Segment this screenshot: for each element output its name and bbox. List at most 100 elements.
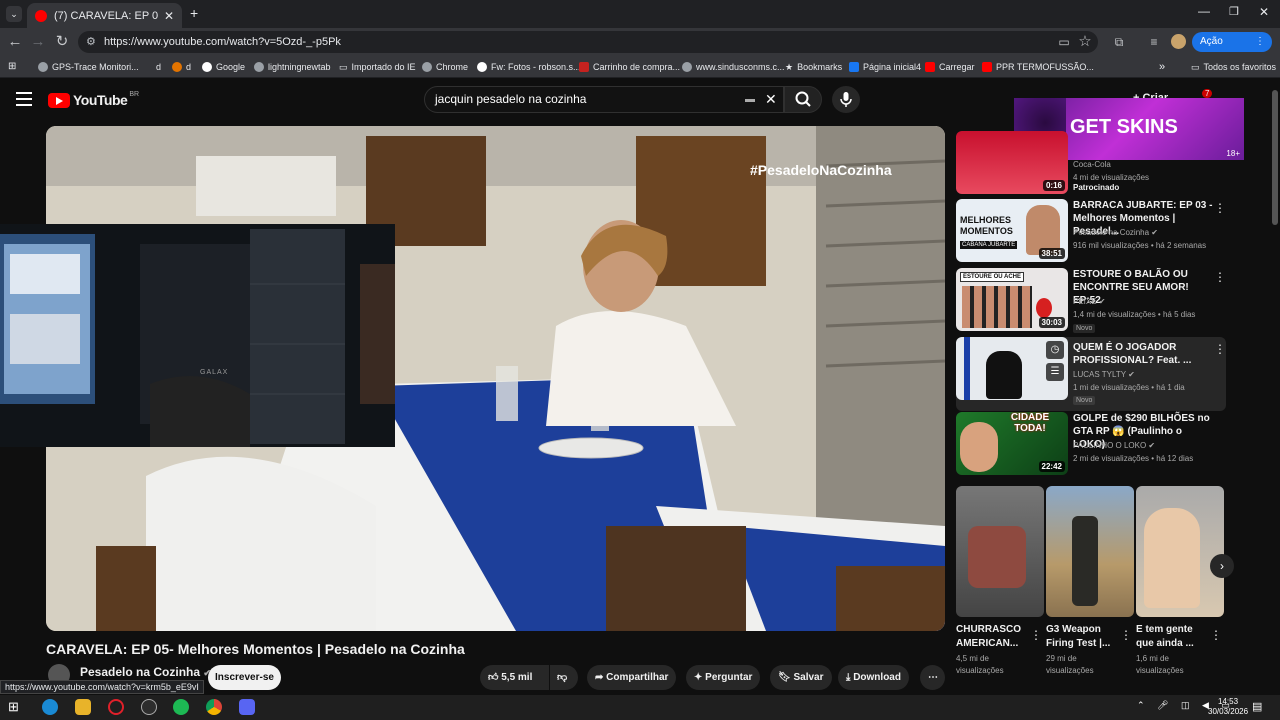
- app-icon[interactable]: [141, 699, 157, 715]
- download-button[interactable]: ⤓ Download: [838, 665, 909, 690]
- media-control-icon[interactable]: ≡: [1145, 33, 1163, 51]
- discord-icon[interactable]: [239, 699, 255, 715]
- like-button[interactable]: 👍︎ 5,5 mil: [480, 665, 549, 690]
- bookmark-item[interactable]: Google: [202, 60, 245, 74]
- profile-avatar[interactable]: [1171, 34, 1186, 49]
- recommendation-thumbnail[interactable]: 0:16: [956, 131, 1068, 194]
- reload-icon[interactable]: ↻: [53, 33, 71, 51]
- menu-dots-icon: ⋮: [1255, 36, 1265, 47]
- more-actions-button[interactable]: ⋯: [920, 665, 945, 690]
- close-window-icon[interactable]: ✕: [1259, 5, 1269, 19]
- channel-name[interactable]: Pesadelo na Cozinha ✔: [80, 665, 211, 679]
- subscribe-button[interactable]: Inscrever-se: [208, 665, 281, 690]
- chrome-icon[interactable]: [206, 699, 222, 715]
- voice-search-button[interactable]: [832, 86, 860, 113]
- clock-date: 30/03/2026: [1208, 707, 1249, 716]
- more-options-icon[interactable]: ⋮: [1120, 628, 1132, 642]
- search-input[interactable]: jacquin pesadelo na cozinha ▬ ✕: [424, 86, 784, 113]
- bookmark-item[interactable]: GPS-Trace Monitori...: [38, 60, 139, 74]
- share-button[interactable]: ➦ Compartilhar: [587, 665, 677, 690]
- recommendation-item[interactable]: MELHORES MOMENTOS CABANA JUBARTE 38:51 BA…: [956, 199, 1226, 265]
- recommendation-meta: 1,4 mi de visualizações • há 5 dias: [1073, 310, 1196, 319]
- extensions-icon[interactable]: ⧉: [1110, 33, 1128, 51]
- recommendation-thumbnail[interactable]: CIDADE TODA! 22:42: [956, 412, 1068, 475]
- more-bookmarks-icon[interactable]: »: [1159, 60, 1165, 74]
- browser-tab-active[interactable]: (7) CARAVELA: EP 05- Melhores ✕: [27, 3, 182, 28]
- more-options-icon[interactable]: ⋮: [1214, 201, 1226, 215]
- google-icon: [202, 62, 212, 72]
- bookmark-item[interactable]: d: [156, 60, 161, 74]
- ask-label: Perguntar: [705, 672, 753, 683]
- short-thumbnail[interactable]: [956, 486, 1044, 617]
- bookmark-item[interactable]: Carregar: [925, 60, 975, 74]
- windows-start-icon[interactable]: ⊞: [8, 699, 24, 715]
- bookmark-star-icon[interactable]: ☆: [1076, 33, 1094, 51]
- search-button[interactable]: [784, 86, 822, 113]
- thumbnail-banner: CIDADE TODA!: [1010, 412, 1050, 434]
- address-bar[interactable]: ⚙ https://www.youtube.com/watch?v=5Ozd-_…: [78, 31, 1098, 53]
- recommendation-item-hovered[interactable]: ◷ ☰ QUEM É O JOGADOR PROFISSIONAL? Feat.…: [956, 337, 1226, 411]
- more-options-icon[interactable]: ⋮: [1210, 628, 1222, 642]
- page-scrollbar[interactable]: [1272, 90, 1278, 225]
- ask-button[interactable]: ✦ Perguntar: [686, 665, 761, 690]
- action-required-button[interactable]: Ação necessária ⋮: [1192, 32, 1272, 67]
- menu-hamburger-icon[interactable]: [16, 92, 32, 106]
- short-thumbnail[interactable]: [1046, 486, 1134, 617]
- watch-later-icon[interactable]: ◷: [1046, 341, 1064, 359]
- more-options-icon[interactable]: ⋮: [1214, 342, 1226, 356]
- save-button[interactable]: 🔖︎ Salvar: [770, 665, 832, 690]
- apps-grid-icon[interactable]: ⊞: [8, 60, 16, 74]
- short-title: CHURRASCO AMERICAN...: [956, 624, 1021, 649]
- new-tab-icon[interactable]: +: [190, 5, 198, 21]
- save-label: Salvar: [793, 672, 824, 683]
- dislike-button[interactable]: 👎︎: [550, 665, 578, 690]
- back-icon[interactable]: ←: [6, 33, 24, 51]
- close-tab-icon[interactable]: ✕: [164, 9, 174, 23]
- recommendation-item[interactable]: ESTOURE OU ACHE 30:03 ESTOURE O BALÃO OU…: [956, 268, 1226, 334]
- recommendation-thumbnail[interactable]: ESTOURE OU ACHE 30:03: [956, 268, 1068, 331]
- clock[interactable]: 14:53 30/03/2026: [1208, 697, 1248, 717]
- short-item[interactable]: E tem gente que ainda ... 1,6 mi de visu…: [1136, 486, 1224, 677]
- short-item[interactable]: CHURRASCO AMERICAN... 4,5 mi de visualiz…: [956, 486, 1044, 677]
- shorts-next-button[interactable]: ›: [1210, 554, 1234, 578]
- bookmark-item[interactable]: PPR TERMOFUSSÃO...: [982, 60, 1094, 74]
- file-explorer-icon[interactable]: [75, 699, 91, 715]
- spotify-icon[interactable]: [173, 699, 189, 715]
- all-favorites-folder[interactable]: ▭ Todos os favoritos: [1191, 60, 1276, 74]
- bookmark-item[interactable]: www.sindusconms.c...: [682, 60, 785, 74]
- folder-icon: ▭: [1191, 62, 1200, 72]
- short-title: G3 Weapon Firing Test |...: [1046, 624, 1111, 649]
- add-to-queue-icon[interactable]: ☰: [1046, 363, 1064, 381]
- clear-search-icon[interactable]: ✕: [765, 87, 777, 112]
- edge-icon[interactable]: [42, 699, 58, 715]
- short-thumbnail[interactable]: [1136, 486, 1224, 617]
- install-app-icon[interactable]: ▭: [1055, 33, 1073, 51]
- video-duration: 30:03: [1038, 317, 1065, 328]
- keyboard-icon[interactable]: ▬: [745, 87, 755, 112]
- bookmark-item[interactable]: Fw: Fotos - robson.s...: [477, 60, 581, 74]
- forward-icon[interactable]: →: [29, 33, 47, 51]
- video-duration: 38:51: [1038, 248, 1065, 259]
- more-options-icon[interactable]: ⋮: [1214, 270, 1226, 284]
- bookmark-item[interactable]: Chrome: [422, 60, 468, 74]
- opera-icon[interactable]: [108, 699, 124, 715]
- restore-icon[interactable]: ❐: [1229, 5, 1239, 18]
- tab-search-icon[interactable]: ⌄: [6, 6, 22, 22]
- bookmark-item[interactable]: ★ Bookmarks: [785, 60, 842, 74]
- bookmark-item[interactable]: lightningnewtab: [254, 60, 331, 74]
- bookmark-folder[interactable]: ▭ Importado do IE: [339, 60, 416, 74]
- notification-center-icon[interactable]: ▤: [1252, 700, 1262, 713]
- bookmark-item[interactable]: Página inicial4: [849, 60, 921, 74]
- bookmark-item[interactable]: d: [172, 60, 191, 74]
- more-options-icon[interactable]: ⋮: [1030, 628, 1042, 642]
- bookmark-item[interactable]: Carrinho de compra...: [579, 60, 680, 74]
- minimize-icon[interactable]: —: [1198, 4, 1210, 18]
- site-info-icon[interactable]: ⚙: [86, 31, 96, 53]
- recommendation-item[interactable]: 0:16 Coca-Cola 4 mi de visualizações Pat…: [956, 131, 1226, 197]
- short-item[interactable]: G3 Weapon Firing Test |... 29 mi de visu…: [1046, 486, 1134, 677]
- recommendation-item[interactable]: CIDADE TODA! 22:42 GOLPE de $290 BILHÕES…: [956, 412, 1226, 478]
- recommendation-thumbnail[interactable]: ◷ ☰: [956, 337, 1068, 400]
- youtube-logo[interactable]: YouTube BR: [48, 91, 139, 108]
- recommendation-thumbnail[interactable]: MELHORES MOMENTOS CABANA JUBARTE 38:51: [956, 199, 1068, 262]
- new-badge: Novo: [1073, 324, 1096, 333]
